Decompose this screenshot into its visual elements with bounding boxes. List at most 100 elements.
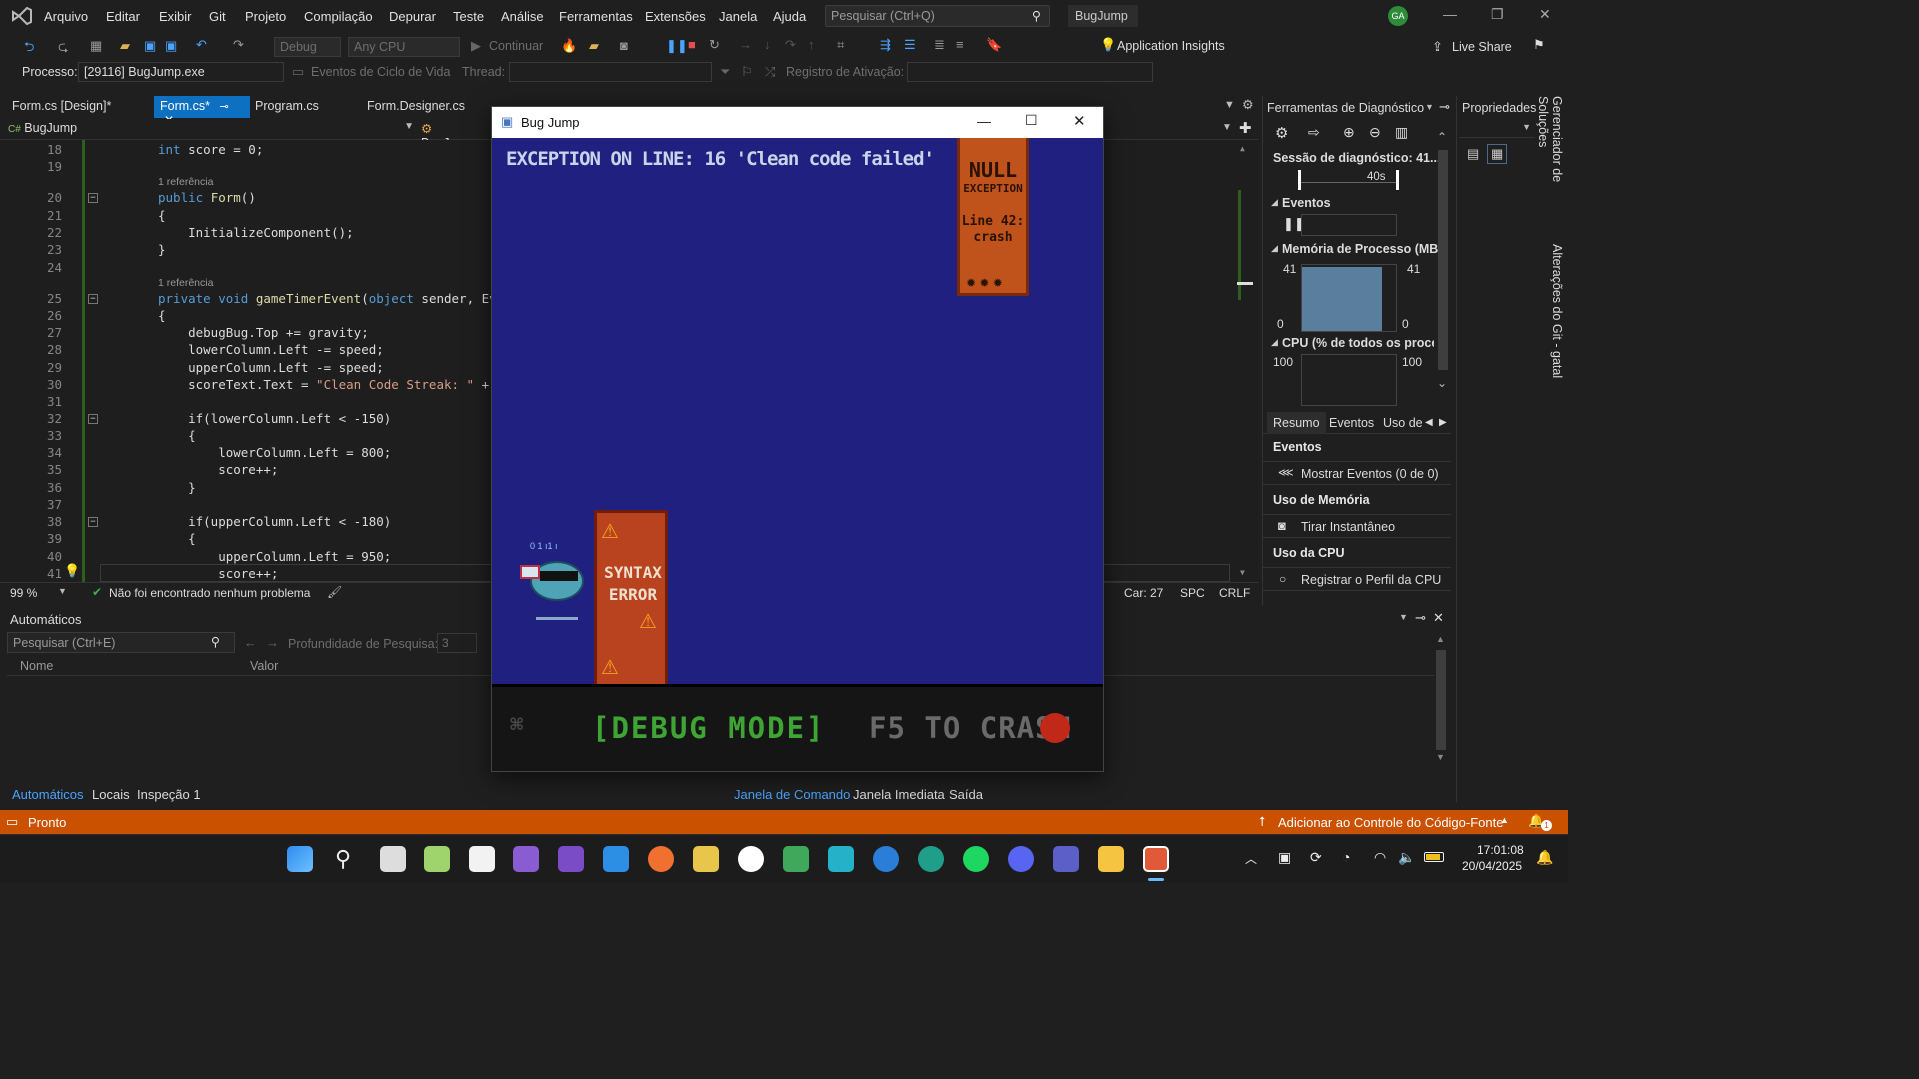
collapse-icon[interactable]: − — [88, 517, 98, 527]
menu-projeto[interactable]: Projeto — [245, 9, 286, 24]
forward-icon[interactable]: → — [266, 635, 279, 650]
vs-logo-icon[interactable] — [11, 6, 33, 26]
scroll-up-icon[interactable]: ⌃ — [1437, 130, 1447, 144]
clock-time[interactable]: 17:01:08 — [1477, 843, 1524, 857]
vertical-scrollbar[interactable]: ▲ ▼ — [1237, 140, 1253, 582]
minimize-icon[interactable]: — — [1443, 6, 1457, 22]
source-control-button[interactable]: Adicionar ao Controle do Código-Fonte — [1278, 815, 1503, 830]
chevron-up-icon[interactable]: ︿ — [1245, 850, 1257, 867]
photo-editor-icon[interactable] — [424, 846, 450, 872]
filter-icon[interactable]: ⏷ — [720, 64, 730, 80]
stack-frame-select[interactable] — [907, 62, 1153, 82]
game-canvas[interactable]: EXCEPTION ON LINE: 16 'Clean code failed… — [492, 138, 1103, 771]
back-icon[interactable]: ⮌ — [24, 38, 34, 60]
new-item-icon[interactable]: ▦ — [90, 38, 102, 54]
flag-icon[interactable]: ⚐ — [741, 64, 753, 80]
chevron-down-icon[interactable]: ▼ — [1222, 122, 1232, 133]
visual-studio-icon[interactable] — [513, 846, 539, 872]
scroll-thumb[interactable] — [1438, 150, 1448, 370]
continue-label[interactable]: Continuar — [489, 39, 543, 53]
cursor-position[interactable]: Car: 27 — [1124, 586, 1163, 600]
back-icon[interactable]: ← — [244, 635, 257, 650]
pin-icon[interactable]: ⊸ — [219, 101, 228, 113]
continue-icon[interactable]: ▶ — [471, 38, 481, 54]
search-icon[interactable]: ⚲ — [335, 846, 351, 872]
tab-form-cs[interactable]: Form.cs* ⊸ ✕ — [154, 96, 250, 127]
step-icon[interactable]: → — [739, 37, 752, 52]
tray-app-icon[interactable]: ◔ — [1342, 849, 1350, 865]
undo-icon[interactable]: ↶ — [196, 37, 207, 53]
screenshot-icon[interactable]: ◙ — [620, 38, 628, 53]
tab-automaticos[interactable]: Automáticos — [12, 787, 84, 802]
volume-icon[interactable]: 🔈 — [1398, 849, 1415, 866]
step-out-icon[interactable]: ↑ — [808, 37, 815, 52]
vscode-icon[interactable] — [603, 846, 629, 872]
minimize-icon[interactable]: — — [977, 113, 991, 129]
col-value[interactable]: Valor — [250, 659, 278, 673]
close-icon[interactable]: ✕ — [1539, 6, 1551, 23]
avatar[interactable]: GA — [1388, 6, 1408, 26]
notion-tray-icon[interactable]: ▣ — [1278, 849, 1291, 866]
notion-icon[interactable] — [469, 846, 495, 872]
process-select[interactable]: [29116] BugJump.exe — [78, 62, 284, 82]
windows-start-icon[interactable] — [287, 846, 313, 872]
format-icon[interactable]: ☰ — [904, 37, 916, 53]
discord-icon[interactable] — [1008, 846, 1034, 872]
scroll-down-icon[interactable]: ▼ — [1436, 752, 1445, 762]
pin-icon[interactable]: ⊸ — [1439, 99, 1450, 115]
settings-icon[interactable]: ⚙ — [1275, 124, 1288, 142]
comment-icon[interactable]: ≣ — [934, 37, 945, 53]
cpu-graph[interactable] — [1301, 354, 1397, 406]
timeline-handle-left[interactable] — [1298, 170, 1301, 190]
forward-icon[interactable]: ⮎ — [58, 38, 68, 60]
menu-compilacao[interactable]: Compilação — [304, 9, 373, 24]
battery-icon[interactable] — [1424, 852, 1444, 862]
paint-icon[interactable] — [693, 846, 719, 872]
redo-icon[interactable]: ↷ — [233, 37, 244, 53]
sync-icon[interactable]: ⟳ — [1310, 849, 1322, 866]
object-select[interactable]: ▼ — [1459, 120, 1535, 138]
tab-solution-explorer[interactable]: Gerenciador de Soluções — [1536, 96, 1564, 236]
restart-icon[interactable]: ↻ — [709, 37, 720, 53]
tab-saida[interactable]: Saída — [949, 787, 983, 802]
show-events-row[interactable]: ⋘ Mostrar Eventos (0 de 0) — [1263, 461, 1451, 485]
tab-uso[interactable]: Uso de — [1383, 416, 1423, 430]
menu-editar[interactable]: Editar — [106, 9, 140, 24]
scroll-left-icon[interactable]: ◀ — [1425, 417, 1433, 428]
game-title-bar[interactable]: ▣ Bug Jump — ☐ ✕ — [492, 107, 1103, 138]
app-insights-label[interactable]: Application Insights — [1117, 39, 1225, 53]
scroll-thumb[interactable] — [1237, 282, 1253, 285]
tab-inspecao[interactable]: Inspeção 1 — [137, 787, 201, 802]
platform-select[interactable]: Any CPU — [348, 37, 460, 57]
tab-resumo[interactable]: Resumo — [1267, 412, 1326, 434]
tab-form-design[interactable]: Form.cs [Design]* — [6, 96, 117, 118]
close-icon[interactable]: ✕ — [1073, 112, 1086, 130]
expand-icon[interactable]: ◢ — [1271, 337, 1278, 348]
class-dropdown[interactable]: ⚙ BugJump. — [421, 121, 491, 150]
scroll-right-icon[interactable]: ▶ — [1439, 417, 1447, 428]
line-ending[interactable]: CRLF — [1219, 586, 1250, 600]
collapse-icon[interactable]: − — [88, 294, 98, 304]
snapshot-row[interactable]: ◙ Tirar Instantâneo — [1263, 514, 1451, 538]
chevron-down-icon[interactable]: ▼ — [1399, 612, 1408, 622]
col-name[interactable]: Nome — [20, 659, 53, 673]
autos-search-input[interactable]: Pesquisar (Ctrl+E) ⚲ — [7, 632, 235, 653]
cpu-profile-button[interactable]: Registrar o Perfil da CPU — [1301, 573, 1441, 587]
share-icon[interactable]: ⇪ — [1432, 39, 1443, 55]
clock-date[interactable]: 20/04/2025 — [1462, 859, 1522, 873]
game-window[interactable]: ▣ Bug Jump — ☐ ✕ EXCEPTION ON LINE: 16 '… — [491, 106, 1104, 772]
scroll-down-icon[interactable]: ▼ — [1240, 568, 1245, 577]
menu-extensoes[interactable]: Extensões — [645, 9, 706, 24]
expand-icon[interactable]: ◢ — [1271, 197, 1278, 208]
expand-icon[interactable]: ◢ — [1271, 243, 1278, 254]
menu-arquivo[interactable]: Arquivo — [44, 9, 88, 24]
zoom-level[interactable]: 99 % — [10, 586, 37, 600]
diag-scrollbar[interactable]: ⌃ ⌄ — [1437, 130, 1449, 400]
tab-dropdown-icon[interactable]: ▼ — [1224, 99, 1235, 111]
depth-select[interactable]: 3 — [437, 633, 477, 653]
app-icon[interactable] — [738, 846, 764, 872]
hex-icon[interactable]: ⌗ — [837, 37, 844, 53]
collapse-icon[interactable]: − — [88, 193, 98, 203]
issues-status[interactable]: Não foi encontrado nenhum problema — [109, 586, 310, 600]
menu-git[interactable]: Git — [209, 9, 226, 24]
